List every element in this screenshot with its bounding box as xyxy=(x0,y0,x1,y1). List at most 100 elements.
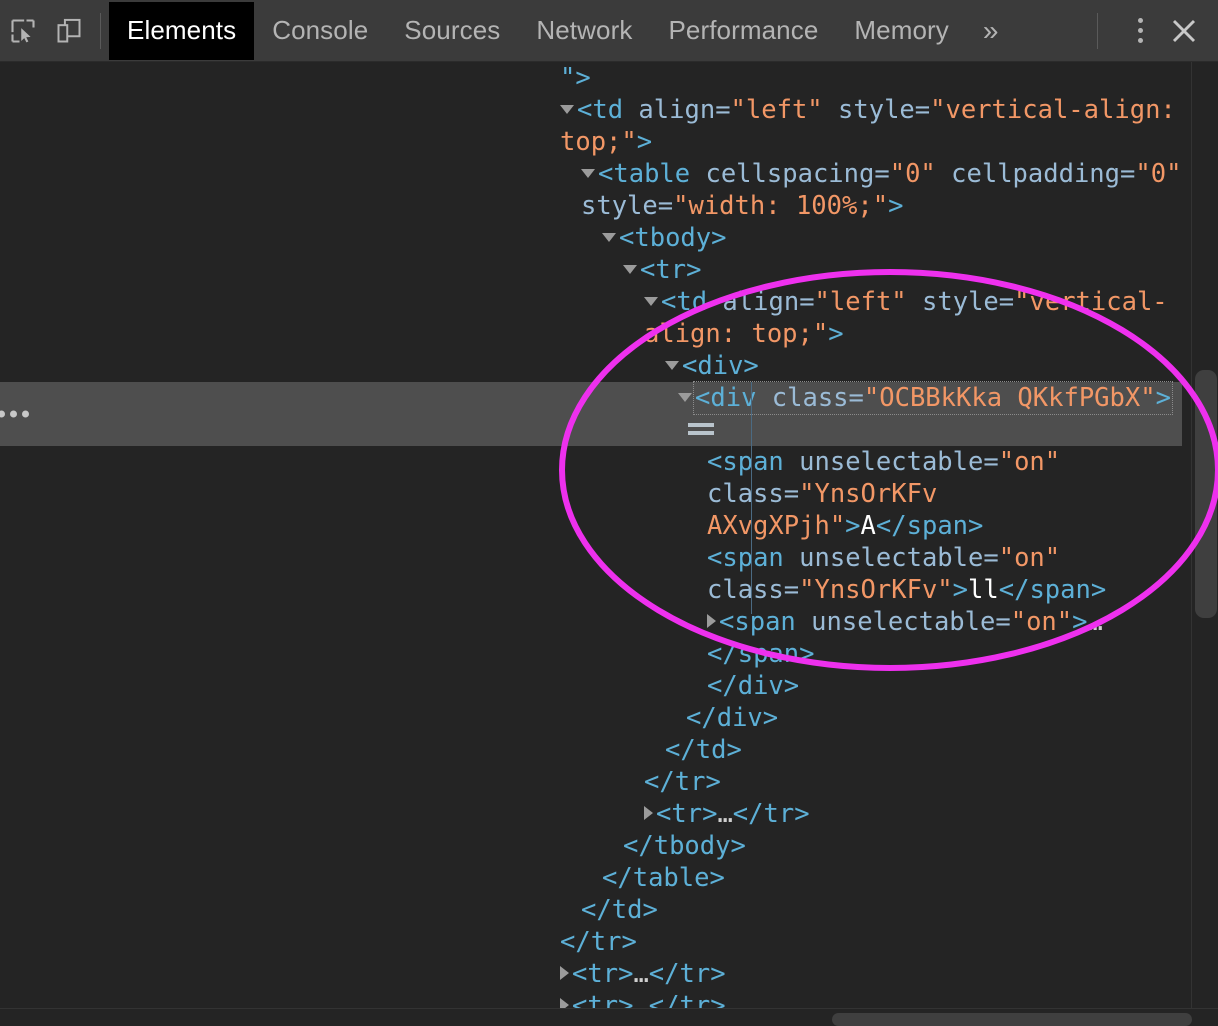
dom-node-markup: </tr> xyxy=(644,767,721,797)
dom-node-row[interactable]: <table cellspacing="0" cellpadding="0" s… xyxy=(0,158,1190,222)
expand-triangle-open-icon[interactable] xyxy=(560,104,574,114)
horizontal-scrollbar[interactable] xyxy=(0,1008,1218,1026)
dom-node-row[interactable]: </div> xyxy=(0,702,1190,734)
token-tagname: div xyxy=(710,383,757,413)
kebab-menu-icon[interactable] xyxy=(1120,9,1160,53)
token-tagname: span xyxy=(722,543,784,573)
dom-node-row[interactable]: <tbody> xyxy=(0,222,1190,254)
dom-node-row[interactable]: "> xyxy=(0,62,1190,94)
token-attrname: unselectable= xyxy=(783,543,999,573)
close-icon[interactable] xyxy=(1160,7,1208,55)
dom-node-row[interactable]: <div> xyxy=(0,350,1190,382)
dom-node-content: <td align="left" style="vertical-align: … xyxy=(560,94,1185,158)
token-tagname: tbody xyxy=(634,223,712,253)
token-punct: < xyxy=(707,447,723,477)
dom-node-row[interactable]: <td align="left" style="vertical-align: … xyxy=(0,94,1190,158)
dom-node-row[interactable]: </div> xyxy=(0,670,1190,702)
token-punct: </ xyxy=(998,575,1030,605)
dom-node-content: <tr> xyxy=(623,254,701,286)
token-punct: > xyxy=(726,735,742,765)
dom-node-markup: </span> xyxy=(707,639,815,669)
token-tagname: table xyxy=(613,159,691,189)
token-tagname: tr xyxy=(671,799,703,829)
dom-node-content: </tr> xyxy=(644,766,721,798)
token-punct: </ xyxy=(665,735,696,765)
token-punct: > xyxy=(1155,383,1171,413)
token-attrname: cellpadding= xyxy=(935,159,1136,189)
tab-elements[interactable]: Elements xyxy=(109,1,255,60)
expand-triangle-closed-icon[interactable] xyxy=(707,614,716,628)
dom-node-row[interactable]: <tr> xyxy=(0,254,1190,286)
tab-performance[interactable]: Performance xyxy=(650,2,836,60)
expand-triangle-closed-icon[interactable] xyxy=(644,806,653,820)
token-tagname: tr xyxy=(655,255,687,285)
row-more-dot xyxy=(0,410,5,418)
expand-triangle-open-icon[interactable] xyxy=(581,168,595,178)
token-attrname: style= xyxy=(906,287,1015,317)
token-textnode: ll xyxy=(968,575,999,605)
token-tagname: span xyxy=(906,511,969,541)
expand-triangle-open-icon[interactable] xyxy=(665,360,679,370)
dom-node-row[interactable]: </tr> xyxy=(0,926,1190,958)
dom-node-row[interactable]: </tbody> xyxy=(0,830,1190,862)
vertical-scrollbar-thumb[interactable] xyxy=(1195,370,1217,618)
device-toolbar-glyph xyxy=(57,18,81,42)
dom-node-markup: <tr>…</tr> xyxy=(656,799,810,829)
token-tagname: tr xyxy=(679,959,711,989)
expand-triangle-closed-icon[interactable] xyxy=(560,966,569,980)
token-punct: > xyxy=(1072,607,1088,637)
flex-layout-badge[interactable] xyxy=(688,420,714,438)
flex-badge-bar xyxy=(688,431,714,435)
inspect-element-icon[interactable] xyxy=(0,8,46,54)
dom-node-markup: <table cellspacing="0" cellpadding="0" s… xyxy=(581,159,1197,221)
token-tagname: span xyxy=(737,639,800,669)
dom-node-markup: <tr> xyxy=(640,255,701,285)
tab-network[interactable]: Network xyxy=(518,2,650,60)
elements-dom-tree-pane[interactable]: "> <td align="left" style="vertical-align… xyxy=(0,62,1218,1026)
dom-node-row[interactable]: <td align="left" style="vertical-align: … xyxy=(0,286,1190,350)
dom-node-row[interactable]: <span unselectable="on" class="YnsOrKFv … xyxy=(0,446,1190,542)
dom-node-row[interactable]: <tr>…</tr> xyxy=(0,798,1190,830)
row-more-options-icon[interactable] xyxy=(0,410,29,418)
toolbar-divider-right xyxy=(1097,12,1098,49)
dom-node-row-selected[interactable]: <div class="OCBBkKka QKkfPGbX"> xyxy=(0,381,1182,446)
dom-node-markup: </div> xyxy=(686,703,778,733)
token-attrvalue: "0" xyxy=(889,159,936,189)
tab-memory[interactable]: Memory xyxy=(836,2,967,60)
dom-node-row[interactable]: <span unselectable="on" class="YnsOrKFv"… xyxy=(0,542,1190,606)
token-punct: > xyxy=(730,831,746,861)
expand-triangle-open-icon[interactable] xyxy=(644,296,658,306)
dom-tree[interactable]: "> <td align="left" style="vertical-align… xyxy=(0,62,1190,1026)
more-tabs-icon[interactable]: » xyxy=(967,16,1015,45)
dom-node-markup: </tbody> xyxy=(623,831,746,861)
dom-node-row[interactable]: <tr>…</tr> xyxy=(0,958,1190,990)
dom-node-row[interactable]: </span> xyxy=(0,638,1190,670)
token-ellipsis: … xyxy=(717,799,733,829)
tab-sources[interactable]: Sources xyxy=(386,2,518,60)
token-punct: < xyxy=(619,223,635,253)
device-toolbar-icon[interactable] xyxy=(46,8,92,54)
dom-node-row[interactable]: </tr> xyxy=(0,766,1190,798)
tab-console[interactable]: Console xyxy=(254,2,386,60)
token-tagname: div xyxy=(697,351,744,381)
dom-node-row[interactable]: </td> xyxy=(0,734,1190,766)
expand-triangle-open-icon[interactable] xyxy=(623,264,637,274)
expand-triangle-open-icon[interactable] xyxy=(602,232,616,242)
dom-node-markup: <span unselectable="on">… xyxy=(719,607,1103,637)
token-tagname: span xyxy=(1029,575,1091,605)
expand-triangle-open-icon[interactable] xyxy=(678,392,692,402)
token-attrvalue: "left" xyxy=(730,95,823,125)
dom-node-row[interactable]: </table> xyxy=(0,862,1190,894)
token-punct: > xyxy=(845,511,861,541)
token-textnode: A xyxy=(860,511,876,541)
token-tagname: td xyxy=(676,287,708,317)
dom-node-row[interactable]: <span unselectable="on">… xyxy=(0,606,1190,638)
horizontal-scrollbar-thumb[interactable] xyxy=(832,1013,1192,1026)
token-attrname: unselectable= xyxy=(795,607,1011,637)
token-punct: > xyxy=(828,319,844,349)
dom-node-markup: "> xyxy=(560,63,591,93)
toolbar-right-controls xyxy=(1075,0,1218,62)
token-tagname: tbody xyxy=(653,831,731,861)
dom-node-row[interactable]: </td> xyxy=(0,894,1190,926)
vertical-scrollbar[interactable] xyxy=(1191,62,1218,1008)
